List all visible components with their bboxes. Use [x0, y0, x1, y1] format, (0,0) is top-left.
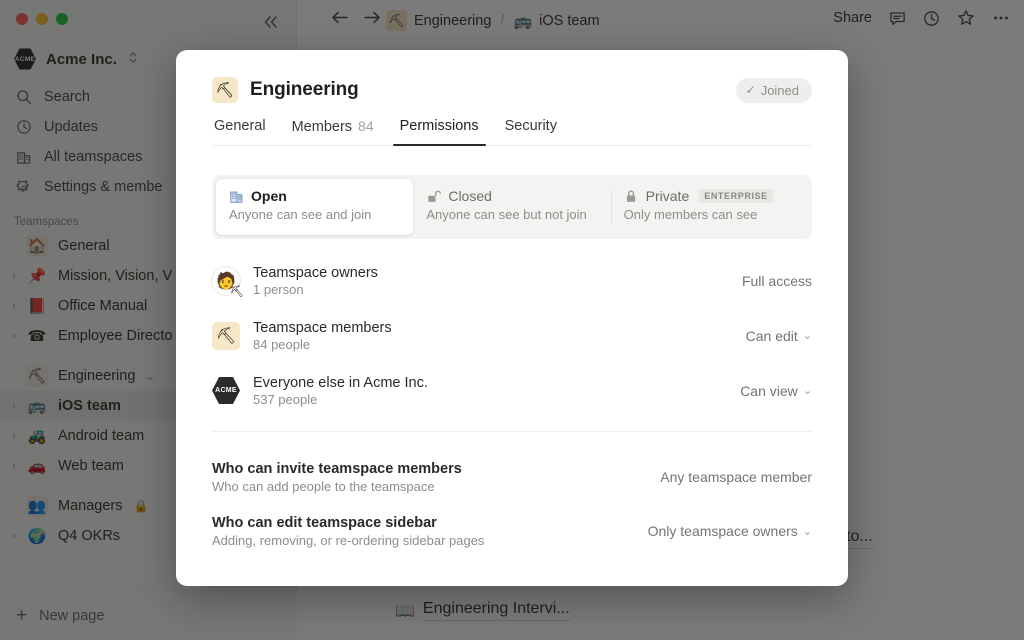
access-option-head: Open	[229, 188, 400, 204]
lock-icon	[624, 189, 639, 204]
setting-row-name: Who can edit teamspace sidebar	[212, 515, 484, 531]
permission-row-access-label: Full access	[742, 273, 812, 289]
access-option-title: Private	[646, 188, 690, 204]
setting-row-desc: Adding, removing, or re-ordering sidebar…	[212, 533, 484, 548]
permission-row-text: Teamspace owners 1 person	[253, 265, 378, 297]
tab-members[interactable]: Members 84	[279, 118, 387, 145]
setting-row-value-label: Only teamspace owners	[648, 523, 798, 539]
access-option-subtitle: Anyone can see but not join	[426, 207, 597, 222]
modal-tabs: General Members 84 Permissions Security	[212, 118, 812, 146]
permission-row-access: Full access	[742, 273, 812, 289]
setting-row-value[interactable]: Any teamspace member	[660, 469, 812, 485]
access-option-subtitle: Only members can see	[624, 207, 795, 222]
permission-row-text: Everyone else in Acme Inc. 537 people	[253, 375, 428, 407]
setting-row-value-label: Any teamspace member	[660, 469, 812, 485]
permission-row-name: Teamspace owners	[253, 265, 378, 281]
setting-row-invite-members: Who can invite teamspace members Who can…	[212, 450, 812, 504]
setting-row-edit-sidebar: Who can edit teamspace sidebar Adding, r…	[212, 504, 812, 558]
enterprise-badge: ENTERPRISE	[699, 189, 773, 203]
permission-row-owners: 🧑 ⛏ Teamspace owners 1 person Full acces…	[212, 253, 812, 308]
setting-row-value-dropdown[interactable]: Only teamspace owners ⌄	[648, 523, 812, 539]
permission-row-name: Everyone else in Acme Inc.	[253, 375, 428, 391]
permission-row-members: ⛏ Teamspace members 84 people Can edit ⌄	[212, 308, 812, 363]
hammer-icon: ⛏	[230, 285, 244, 298]
hammer-icon: ⛏	[212, 322, 240, 350]
permission-setting-rows: Who can invite teamspace members Who can…	[212, 450, 812, 558]
joined-label: Joined	[761, 83, 799, 98]
permission-row-count: 84 people	[253, 337, 392, 352]
tab-label: Members	[292, 119, 352, 135]
tab-count: 84	[358, 118, 374, 134]
access-option-private[interactable]: Private ENTERPRISE Only members can see	[611, 179, 808, 235]
access-level-selector: Open Anyone can see and join Closed	[212, 175, 812, 239]
modal-title: Engineering	[250, 79, 359, 101]
tab-label: General	[214, 118, 266, 134]
tab-general[interactable]: General	[212, 118, 279, 145]
check-icon: ✓	[746, 83, 756, 97]
access-option-closed[interactable]: Closed Anyone can see but not join	[413, 179, 610, 235]
permission-row-access-label: Can edit	[746, 328, 798, 344]
permission-row-everyone: ACME Everyone else in Acme Inc. 537 peop…	[212, 363, 812, 418]
lock-glyph	[624, 189, 639, 204]
modal-header: ⛏ Engineering ✓ Joined	[212, 50, 812, 103]
permission-row-count: 537 people	[253, 392, 428, 407]
permission-row-name: Teamspace members	[253, 320, 392, 336]
joined-status-badge[interactable]: ✓ Joined	[736, 78, 812, 103]
permission-row-text: Teamspace members 84 people	[253, 320, 392, 352]
tab-label: Security	[505, 118, 557, 134]
tab-label: Permissions	[400, 118, 479, 134]
setting-row-text: Who can invite teamspace members Who can…	[212, 461, 462, 494]
unlock-glyph	[426, 189, 441, 204]
setting-row-desc: Who can add people to the teamspace	[212, 479, 462, 494]
hammer-icon: ⛏	[212, 77, 238, 103]
section-divider	[212, 431, 812, 432]
access-option-head: Closed	[426, 188, 597, 204]
access-option-subtitle: Anyone can see and join	[229, 207, 400, 222]
teamspace-settings-modal: ⛏ Engineering ✓ Joined General Members 8…	[176, 50, 848, 586]
access-option-open[interactable]: Open Anyone can see and join	[216, 179, 413, 235]
acme-logo: ACME	[212, 377, 240, 405]
tab-security[interactable]: Security	[492, 118, 570, 145]
modal-body: ⛏ Engineering ✓ Joined General Members 8…	[176, 50, 848, 586]
person-avatar: 🧑 ⛏	[212, 267, 240, 295]
unlock-icon	[426, 189, 441, 204]
app-root: cto... 📖 Engineering Intervi...	[0, 0, 1024, 640]
permission-row-access-dropdown[interactable]: Can edit ⌄	[746, 328, 812, 344]
access-option-title: Closed	[448, 188, 492, 204]
setting-row-text: Who can edit teamspace sidebar Adding, r…	[212, 515, 484, 548]
buildings-icon	[229, 189, 244, 204]
chevron-down-icon: ⌄	[803, 384, 812, 397]
permission-row-count: 1 person	[253, 282, 378, 297]
chevron-down-icon: ⌄	[803, 329, 812, 342]
buildings-glyph	[229, 189, 244, 204]
access-option-title: Open	[251, 188, 287, 204]
permission-row-access-label: Can view	[740, 383, 798, 399]
tab-permissions[interactable]: Permissions	[387, 118, 492, 145]
chevron-down-icon: ⌄	[803, 525, 812, 538]
setting-row-name: Who can invite teamspace members	[212, 461, 462, 477]
permission-row-access-dropdown[interactable]: Can view ⌄	[740, 383, 812, 399]
permission-member-rows: 🧑 ⛏ Teamspace owners 1 person Full acces…	[212, 253, 812, 418]
access-option-head: Private ENTERPRISE	[624, 188, 795, 204]
